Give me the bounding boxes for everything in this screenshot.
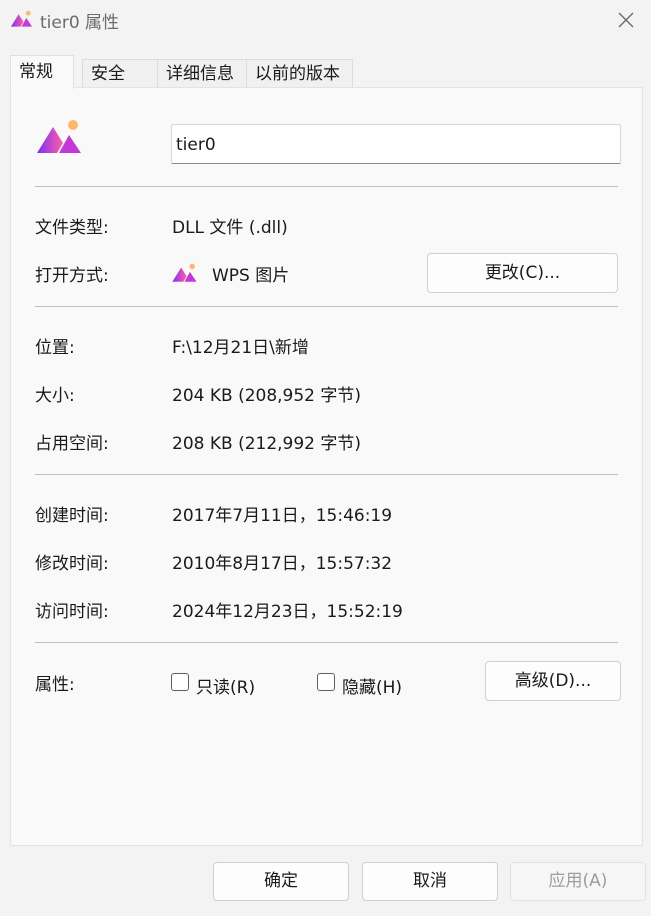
accessed-label: 访问时间:	[35, 602, 109, 622]
open-with-label: 打开方式:	[35, 266, 109, 286]
divider	[35, 306, 618, 307]
file-type-value: DLL 文件 (.dll)	[172, 218, 288, 238]
file-name-input[interactable]	[171, 124, 621, 164]
size-label: 大小:	[35, 386, 75, 406]
window-title: tier0 属性	[40, 13, 120, 33]
location-label: 位置:	[35, 338, 75, 358]
wps-picture-icon	[10, 10, 33, 27]
tab-previous-versions[interactable]: 以前的版本	[246, 59, 353, 87]
size-on-disk-value: 208 KB (212,992 字节)	[172, 434, 362, 454]
close-icon	[618, 12, 634, 28]
modified-label: 修改时间:	[35, 554, 109, 574]
wps-picture-icon	[172, 263, 197, 282]
change-button[interactable]: 更改(C)...	[427, 253, 618, 293]
accessed-value: 2024年12月23日，15:52:19	[172, 602, 403, 622]
cancel-button[interactable]: 取消	[362, 862, 498, 901]
attributes-label: 属性:	[35, 675, 75, 695]
divider	[35, 186, 618, 187]
file-type-label: 文件类型:	[35, 218, 109, 238]
hidden-checkbox[interactable]	[317, 673, 335, 691]
location-value: F:\12月21日\新增	[172, 338, 309, 358]
open-with-value: WPS 图片	[212, 266, 290, 286]
divider	[35, 642, 618, 643]
tab-details[interactable]: 详细信息	[157, 59, 247, 87]
created-label: 创建时间:	[35, 506, 109, 526]
ok-button[interactable]: 确定	[213, 862, 349, 901]
tab-general[interactable]: 常规	[10, 55, 74, 89]
general-panel: 文件类型: DLL 文件 (.dll) 打开方式: WPS 图片 更改(C)..…	[10, 87, 643, 846]
divider	[35, 474, 618, 475]
apply-button[interactable]: 应用(A)	[510, 862, 646, 901]
file-type-icon	[37, 120, 81, 153]
readonly-label: 只读(R)	[196, 678, 256, 698]
created-value: 2017年7月11日，15:46:19	[172, 506, 393, 526]
size-on-disk-label: 占用空间:	[35, 434, 109, 454]
hidden-label: 隐藏(H)	[342, 678, 403, 698]
tab-security[interactable]: 安全	[82, 59, 158, 87]
readonly-checkbox[interactable]	[171, 673, 189, 691]
modified-value: 2010年8月17日，15:57:32	[172, 554, 393, 574]
size-value: 204 KB (208,952 字节)	[172, 386, 362, 406]
advanced-button[interactable]: 高级(D)...	[485, 661, 621, 701]
close-button[interactable]	[609, 6, 643, 34]
title-bar: tier0 属性	[0, 0, 651, 40]
